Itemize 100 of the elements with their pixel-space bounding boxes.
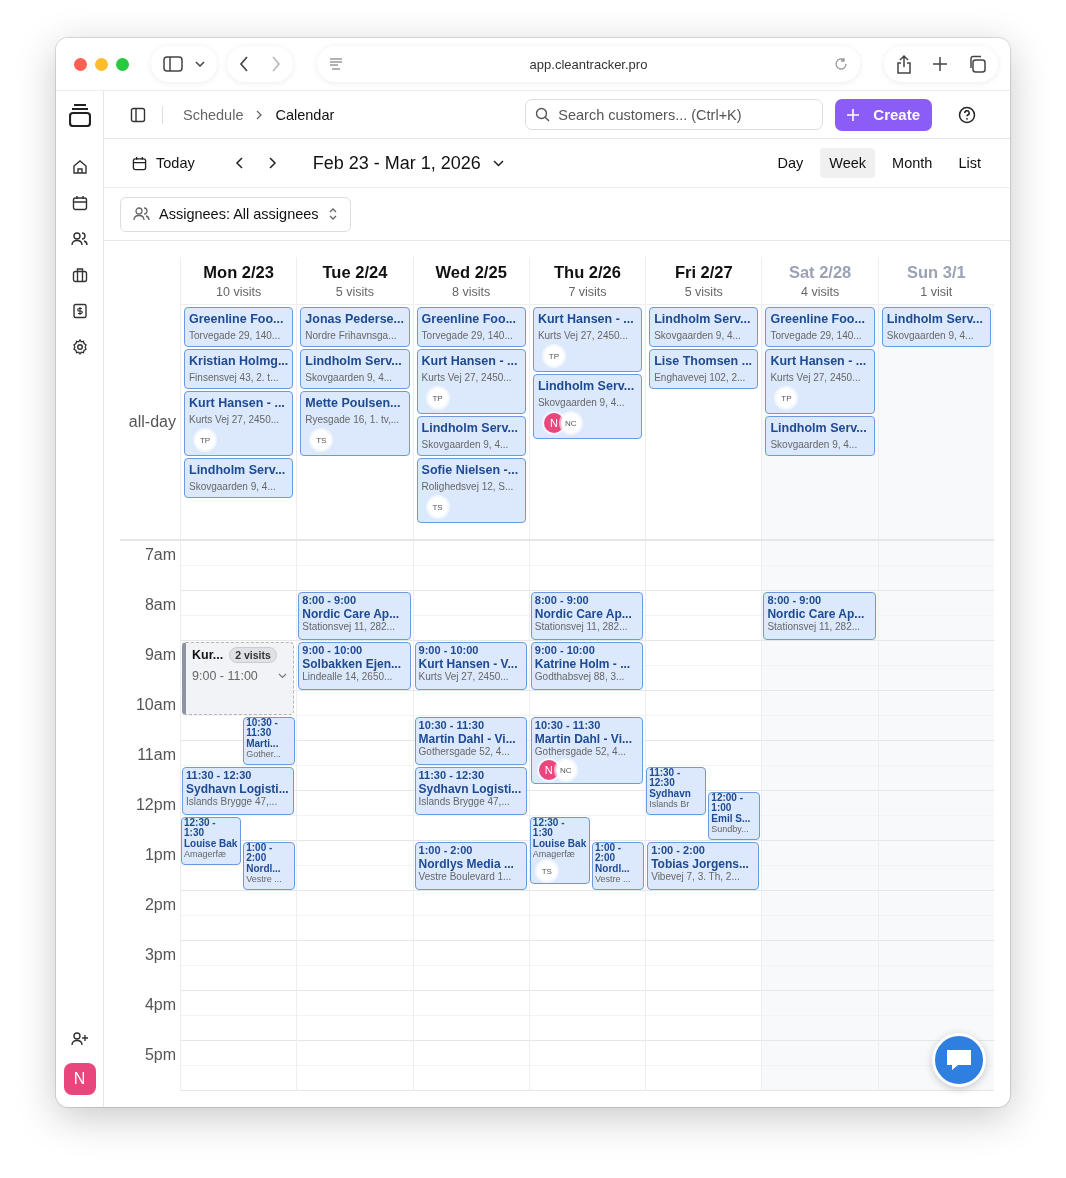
all-day-event-card[interactable]: Mette Poulsen... Ryesgade 16, 1. tv,... TS bbox=[300, 391, 410, 456]
event-title: Kurt Hansen - V... bbox=[418, 657, 519, 671]
users-icon bbox=[133, 206, 150, 222]
all-day-event-card[interactable]: Greenline Foo... Torvegade 29, 140... bbox=[416, 307, 526, 347]
invoice-icon[interactable] bbox=[71, 303, 88, 319]
visit-event-card[interactable]: 9:00 - 10:00 Kurt Hansen - V... Kurts Vej 27, 2450... bbox=[414, 642, 527, 690]
new-tab-icon[interactable] bbox=[932, 56, 948, 72]
share-icon[interactable] bbox=[896, 54, 912, 74]
all-day-event-card[interactable]: Greenline Foo... Torvegade 29, 140... bbox=[765, 307, 875, 347]
all-day-event-card[interactable]: Lindholm Serv... Skovgaarden 9, 4... bbox=[649, 307, 759, 347]
visit-event-card[interactable]: 11:30 - 12:30 Sydhavn Logisti... Islands Brygge 47,... bbox=[182, 767, 295, 815]
assignee-avatar: TS bbox=[311, 430, 332, 450]
assignees-filter-dropdown[interactable]: Assignees: All assignees bbox=[120, 196, 351, 232]
all-day-event-card[interactable]: Lindholm Serv... Skovgaarden 9, 4... bbox=[300, 349, 410, 389]
create-button[interactable]: Create bbox=[835, 98, 932, 131]
event-address: Sundby... bbox=[711, 824, 750, 834]
event-time: 10:30 - 11:30 bbox=[418, 719, 485, 732]
view-tab[interactable]: List bbox=[949, 148, 990, 178]
back-icon[interactable] bbox=[239, 56, 249, 72]
add-user-icon[interactable] bbox=[71, 1031, 88, 1047]
all-day-event-card[interactable]: Greenline Foo... Torvegade 29, 140... bbox=[184, 307, 294, 347]
close-window-button[interactable] bbox=[74, 57, 87, 71]
all-day-event-card[interactable]: Kurt Hansen - ... Kurts Vej 27, 2450... TP bbox=[416, 349, 526, 414]
visit-event-card[interactable]: 12:30 - 1:30 Louise Bak Amagerfæ TS bbox=[529, 817, 591, 884]
event-time: 8:00 - 9:00 bbox=[767, 594, 823, 607]
all-day-event-card[interactable]: Lindholm Serv... Skovgaarden 9, 4... bbox=[881, 307, 991, 347]
home-icon[interactable] bbox=[71, 159, 88, 175]
event-time: 11:30 - 12:30 bbox=[186, 769, 253, 782]
visit-count: 10 visits bbox=[216, 285, 262, 299]
event-title: Nordl... bbox=[595, 863, 631, 874]
visit-event-card[interactable]: 1:00 - 2:00 Nordl... Vestre ... bbox=[243, 842, 296, 890]
all-day-event-card[interactable]: Sofie Nielsen -... Rolighedsvej 12, S... TS bbox=[416, 458, 526, 523]
day-label[interactable]: Mon 2/23 bbox=[203, 263, 274, 282]
chevron-down-icon[interactable] bbox=[278, 673, 288, 679]
event-address: Skovgaarden 9, 4... bbox=[886, 329, 975, 343]
today-button[interactable]: Today bbox=[130, 151, 197, 175]
event-time: 8:00 - 9:00 bbox=[534, 594, 590, 607]
all-day-event-card[interactable]: Kurt Hansen - ... Kurts Vej 27, 2450... TP bbox=[532, 307, 643, 372]
previous-week-icon[interactable] bbox=[234, 157, 245, 169]
page-icon bbox=[329, 58, 343, 70]
grouped-visits-card[interactable]: Kur... 2 visits 9:00 - 11:00 bbox=[182, 642, 295, 715]
view-tab[interactable]: Week bbox=[820, 148, 876, 178]
breadcrumb-link[interactable]: Schedule bbox=[183, 106, 244, 123]
help-icon[interactable] bbox=[958, 105, 976, 124]
event-title: Kurt Hansen - ... bbox=[770, 353, 868, 370]
visit-event-card[interactable]: 10:30 - 11:30 Martin Dahl - Vi... Gothersgade 52, 4... bbox=[414, 717, 527, 765]
visit-count: 4 visits bbox=[800, 285, 840, 299]
visit-event-card[interactable]: 10:30 - 11:30 Marti... Gother... bbox=[243, 717, 296, 765]
all-day-event-card[interactable]: Lindholm Serv... Skovgaarden 9, 4... bbox=[184, 458, 294, 498]
event-title: Greenline Foo... bbox=[770, 311, 866, 328]
all-day-event-card[interactable]: Lindholm Serv... Skovgaarden 9, 4... N NC bbox=[532, 374, 643, 439]
event-title: Lindholm Serv... bbox=[654, 311, 752, 328]
all-day-event-card[interactable]: Kristian Holmg... Finsensvej 43, 2. t... bbox=[184, 349, 294, 389]
visit-event-card[interactable]: 1:00 - 2:00 Nordl... Vestre ... bbox=[592, 842, 645, 890]
visit-event-card[interactable]: 1:00 - 2:00 Tobias Jorgens... Vibevej 7, 3. Th, 2... bbox=[647, 842, 760, 890]
visit-event-card[interactable]: 8:00 - 9:00 Nordic Care Ap... Stationsvej 11, 282... bbox=[763, 592, 876, 640]
address-bar[interactable]: app.cleantracker.pro bbox=[317, 46, 860, 82]
breadcrumb-link[interactable]: Calendar bbox=[275, 106, 335, 123]
all-day-event-card[interactable]: Jonas Pederse... Nordre Frihavnsga... bbox=[300, 307, 410, 347]
all-day-event-card[interactable]: Kurt Hansen - ... Kurts Vej 27, 2450... TP bbox=[184, 391, 294, 456]
event-address: Torvegade 29, 140... bbox=[189, 329, 282, 343]
event-time: 9:00 - 11:00 bbox=[192, 669, 258, 683]
hour-label: 7am bbox=[144, 546, 176, 563]
visit-event-card[interactable]: 9:00 - 10:00 Katrine Holm - ... Godthabsvej 88, 3... bbox=[530, 642, 644, 690]
user-avatar[interactable]: N bbox=[63, 1063, 96, 1095]
visit-event-card[interactable]: 10:30 - 11:30 Martin Dahl - Vi... Gothersgade 52, 4... N NC bbox=[530, 717, 644, 784]
date-range-dropdown[interactable]: Feb 23 - Mar 1, 2026 bbox=[312, 152, 504, 174]
day-label[interactable]: Thu 2/26 bbox=[554, 263, 621, 282]
all-day-event-card[interactable]: Kurt Hansen - ... Kurts Vej 27, 2450... TP bbox=[765, 349, 875, 414]
visit-event-card[interactable]: 12:30 - 1:30 Louise Bak Amagerfæ bbox=[181, 817, 242, 865]
visit-event-card[interactable]: 8:00 - 9:00 Nordic Care Ap... Stationsvej 11, 282... bbox=[530, 592, 644, 640]
event-title: Nordl... bbox=[246, 863, 282, 874]
hour-label: 9am bbox=[144, 646, 176, 663]
visit-event-card[interactable]: 8:00 - 9:00 Nordic Care Ap... Stationsvej 11, 282... bbox=[298, 592, 411, 640]
visit-event-card[interactable]: 1:00 - 2:00 Nordlys Media ... Vestre Boulevard 1... bbox=[414, 842, 527, 890]
event-title: Greenline Foo... bbox=[421, 311, 518, 328]
all-day-event-card[interactable]: Lindholm Serv... Skovgaarden 9, 4... bbox=[416, 416, 526, 456]
calendar-icon[interactable] bbox=[71, 195, 88, 211]
tabs-icon[interactable] bbox=[968, 55, 986, 73]
day-label[interactable]: Fri 2/27 bbox=[674, 263, 733, 282]
sidebar-toggle-icon[interactable] bbox=[130, 106, 146, 123]
visit-event-card[interactable]: 12:00 - 1:00 Emil S... Sundby... bbox=[708, 792, 761, 840]
assignee-avatar: TP bbox=[776, 388, 797, 408]
visit-event-card[interactable]: 11:30 - 12:30 Sydhavn Logisti... Islands Brygge 47,... bbox=[414, 767, 527, 815]
all-day-event-card[interactable]: Lise Thomsen ... Enghavevej 102, 2... bbox=[649, 349, 759, 389]
view-tab[interactable]: Month bbox=[883, 148, 942, 178]
visit-event-card[interactable]: 11:30 - 12:30 Sydhavn Islands Br bbox=[646, 767, 707, 815]
day-label[interactable]: Wed 2/25 bbox=[435, 263, 507, 282]
reload-icon[interactable] bbox=[834, 57, 848, 71]
logo-icon[interactable] bbox=[68, 103, 91, 127]
users-icon[interactable] bbox=[71, 231, 88, 247]
view-tab[interactable]: Day bbox=[768, 148, 813, 178]
briefcase-icon[interactable] bbox=[71, 267, 88, 283]
settings-icon[interactable] bbox=[71, 339, 88, 355]
day-label[interactable]: Tue 2/24 bbox=[322, 263, 388, 282]
visit-event-card[interactable]: 9:00 - 10:00 Solbakken Ejen... Lindealle 14, 2650... bbox=[298, 642, 411, 690]
search-field[interactable]: Search customers... (Ctrl+K) bbox=[525, 99, 824, 130]
event-title: Kurt Hansen - ... bbox=[421, 353, 519, 370]
all-day-event-card[interactable]: Lindholm Serv... Skovgaarden 9, 4... bbox=[765, 416, 875, 456]
next-week-icon[interactable] bbox=[266, 157, 277, 169]
